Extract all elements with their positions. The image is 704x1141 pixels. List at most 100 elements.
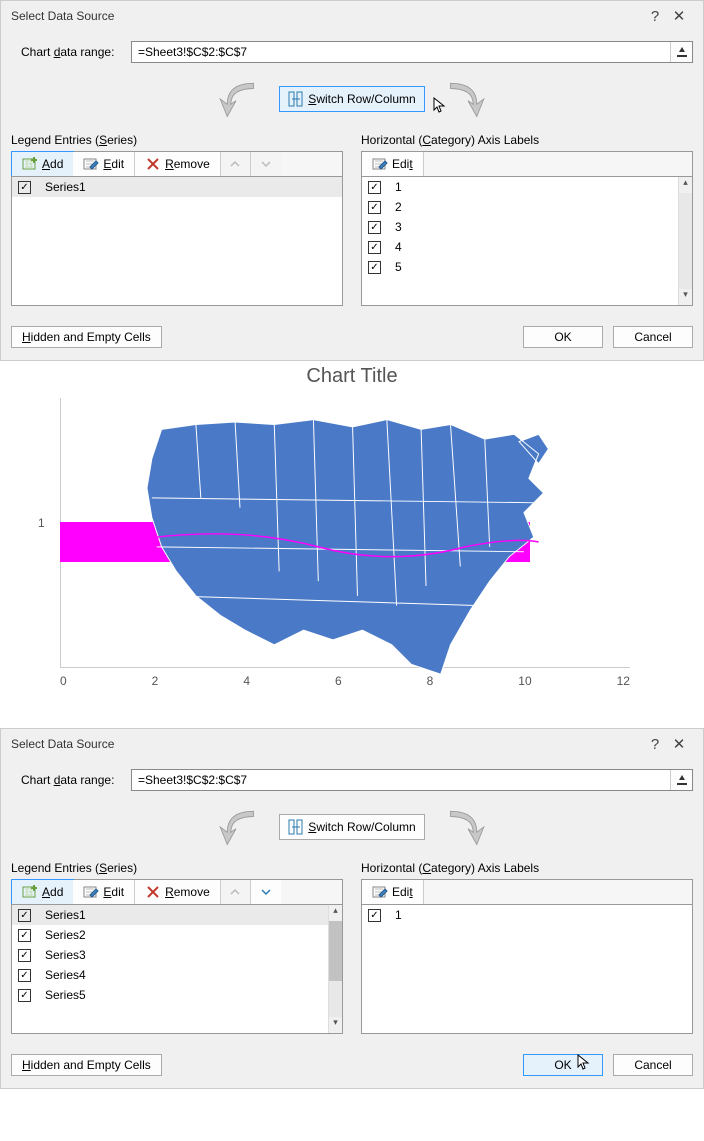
category-row[interactable]: ✓1 — [362, 177, 692, 197]
chart-data-range-input[interactable] — [132, 770, 670, 790]
series-toolbar: Add Edit Remove — [11, 151, 343, 176]
series-listbox[interactable]: ✓ Series1 — [11, 176, 343, 306]
remove-series-button[interactable]: Remove — [135, 152, 221, 176]
edit-series-button[interactable]: Edit — [73, 880, 135, 904]
collapse-dialog-icon[interactable] — [670, 42, 692, 62]
switch-icon — [288, 91, 304, 107]
series-name: Series1 — [45, 180, 86, 194]
series-row[interactable]: ✓ Series1 — [12, 905, 342, 925]
category-listbox[interactable]: ✓1 ✓2 ✓3 ✓4 ✓5 ▴▾ — [361, 176, 693, 306]
edit-icon — [372, 156, 388, 172]
cancel-button[interactable]: Cancel — [613, 1054, 693, 1076]
category-label: 1 — [395, 908, 402, 922]
arrow-left-icon — [201, 806, 271, 848]
series-row[interactable]: ✓Series5 — [12, 985, 342, 1005]
add-icon — [22, 156, 38, 172]
category-row[interactable]: ✓2 — [362, 197, 692, 217]
category-checkbox[interactable]: ✓ — [368, 241, 381, 254]
category-checkbox[interactable]: ✓ — [368, 221, 381, 234]
scroll-up-icon[interactable]: ▴ — [329, 905, 342, 921]
series-checkbox[interactable]: ✓ — [18, 989, 31, 1002]
category-row[interactable]: ✓1 — [362, 905, 692, 925]
series-listbox[interactable]: ✓ Series1 ✓Series2 ✓ Series3 ✓Series4 ✓Ser… — [11, 904, 343, 1034]
scrollbar[interactable]: ▴▾ — [328, 905, 342, 1033]
category-checkbox[interactable]: ✓ — [368, 261, 381, 274]
category-checkbox[interactable]: ✓ — [368, 909, 381, 922]
close-button[interactable]: ✕ — [667, 735, 691, 753]
titlebar: Select Data Source ? ✕ — [1, 729, 703, 759]
us-map-overlay — [98, 400, 568, 694]
remove-label: Remove — [165, 885, 210, 899]
scroll-down-icon[interactable]: ▾ — [329, 1017, 342, 1033]
scrollbar[interactable]: ▴▾ — [678, 177, 692, 305]
dialog-title: Select Data Source — [11, 737, 114, 751]
x-tick: 6 — [335, 674, 342, 688]
series-checkbox[interactable]: ✓ — [18, 969, 31, 982]
chevron-up-icon — [230, 159, 240, 169]
series-name: Series3 — [45, 948, 86, 962]
category-checkbox[interactable]: ✓ — [368, 201, 381, 214]
category-row[interactable]: ✓3 — [362, 217, 692, 237]
edit-label: Edit — [392, 885, 413, 899]
series-checkbox[interactable]: ✓ — [18, 909, 31, 922]
legend-entries-label: Legend Entries (Series) — [11, 133, 343, 147]
remove-icon — [145, 884, 161, 900]
close-button[interactable]: ✕ — [667, 7, 691, 25]
category-row[interactable]: ✓5 — [362, 257, 692, 277]
edit-icon — [83, 156, 99, 172]
edit-label: Edit — [392, 157, 413, 171]
hidden-empty-cells-button[interactable]: Hidden and Empty Cells — [11, 326, 162, 348]
chart-data-range-field[interactable] — [131, 769, 693, 791]
chart-data-range-input[interactable] — [132, 42, 670, 62]
category-axis-label: Horizontal (Category) Axis Labels — [361, 133, 693, 147]
chart-data-range-label: Chart data range: — [21, 773, 131, 787]
category-row[interactable]: ✓4 — [362, 237, 692, 257]
add-series-button[interactable]: Add — [11, 151, 74, 177]
remove-series-button[interactable]: Remove — [135, 880, 221, 904]
mouse-cursor-icon — [433, 97, 447, 115]
edit-series-button[interactable]: Edit — [73, 152, 135, 176]
switch-icon — [288, 819, 304, 835]
edit-category-button[interactable]: Edit — [362, 880, 424, 904]
move-down-button — [251, 152, 281, 176]
series-row[interactable]: ✓ Series1 — [12, 177, 342, 197]
edit-icon — [372, 884, 388, 900]
chart-data-range-field[interactable] — [131, 41, 693, 63]
chart-title: Chart Title — [10, 365, 694, 388]
category-checkbox[interactable]: ✓ — [368, 181, 381, 194]
help-button[interactable]: ? — [643, 736, 667, 753]
cancel-button[interactable]: Cancel — [613, 326, 693, 348]
chevron-down-icon — [261, 887, 271, 897]
category-toolbar: Edit — [361, 879, 693, 904]
help-button[interactable]: ? — [643, 8, 667, 25]
series-name: Series1 — [45, 908, 86, 922]
add-series-button[interactable]: Add — [11, 879, 74, 905]
scrollbar-thumb[interactable] — [329, 921, 342, 981]
series-row[interactable]: ✓ Series3 — [12, 945, 342, 965]
mouse-cursor-icon — [577, 1054, 591, 1072]
switch-row-column-button[interactable]: Switch Row/Column — [279, 814, 424, 840]
hidden-empty-cells-button[interactable]: Hidden and Empty Cells — [11, 1054, 162, 1076]
series-checkbox[interactable]: ✓ — [18, 181, 31, 194]
scroll-down-icon[interactable]: ▾ — [679, 289, 692, 305]
x-tick: 0 — [60, 674, 67, 688]
switch-row-column-button[interactable]: Switch Row/Column — [279, 86, 424, 112]
select-data-source-dialog-1: Select Data Source ? ✕ Chart data range:… — [0, 0, 704, 361]
edit-category-button[interactable]: Edit — [362, 152, 424, 176]
chevron-down-icon — [261, 159, 271, 169]
move-up-button — [221, 152, 251, 176]
series-row[interactable]: ✓Series4 — [12, 965, 342, 985]
x-tick: 10 — [518, 674, 531, 688]
series-checkbox[interactable]: ✓ — [18, 929, 31, 942]
chart-preview: Chart Title 1 0 2 4 6 8 10 12 — [0, 361, 704, 728]
series-checkbox[interactable]: ✓ — [18, 949, 31, 962]
category-listbox[interactable]: ✓1 — [361, 904, 693, 1034]
add-label: Add — [42, 885, 63, 899]
ok-button[interactable]: OK — [523, 1054, 603, 1076]
ok-button[interactable]: OK — [523, 326, 603, 348]
x-tick: 8 — [427, 674, 434, 688]
collapse-dialog-icon[interactable] — [670, 770, 692, 790]
scroll-up-icon[interactable]: ▴ — [679, 177, 692, 193]
move-down-button[interactable] — [251, 880, 281, 904]
series-row[interactable]: ✓Series2 — [12, 925, 342, 945]
